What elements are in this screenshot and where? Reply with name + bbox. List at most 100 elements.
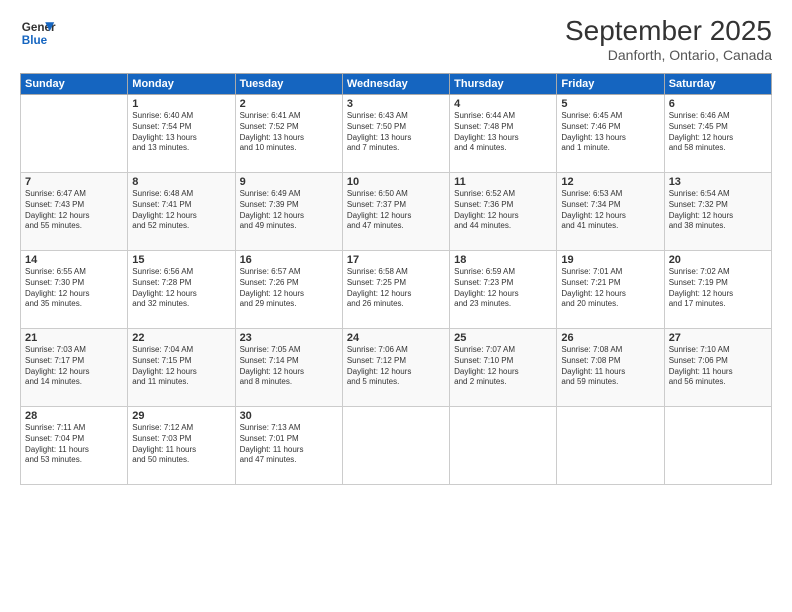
- day-info: Sunrise: 7:01 AM Sunset: 7:21 PM Dayligh…: [561, 267, 659, 310]
- day-number: 20: [669, 254, 767, 266]
- day-info: Sunrise: 7:11 AM Sunset: 7:04 PM Dayligh…: [25, 423, 123, 466]
- weekday-header-tuesday: Tuesday: [235, 74, 342, 95]
- logo: General Blue: [20, 15, 56, 51]
- day-info: Sunrise: 6:49 AM Sunset: 7:39 PM Dayligh…: [240, 189, 338, 232]
- svg-text:Blue: Blue: [22, 34, 48, 47]
- day-number: 7: [25, 176, 123, 188]
- day-number: 13: [669, 176, 767, 188]
- day-info: Sunrise: 6:57 AM Sunset: 7:26 PM Dayligh…: [240, 267, 338, 310]
- calendar-cell: 16Sunrise: 6:57 AM Sunset: 7:26 PM Dayli…: [235, 251, 342, 329]
- day-info: Sunrise: 6:58 AM Sunset: 7:25 PM Dayligh…: [347, 267, 445, 310]
- title-block: September 2025 Danforth, Ontario, Canada: [565, 15, 772, 63]
- month-title: September 2025: [565, 15, 772, 47]
- day-number: 30: [240, 410, 338, 422]
- day-info: Sunrise: 6:54 AM Sunset: 7:32 PM Dayligh…: [669, 189, 767, 232]
- calendar-cell: 19Sunrise: 7:01 AM Sunset: 7:21 PM Dayli…: [557, 251, 664, 329]
- calendar-cell: 15Sunrise: 6:56 AM Sunset: 7:28 PM Dayli…: [128, 251, 235, 329]
- day-number: 26: [561, 332, 659, 344]
- day-number: 21: [25, 332, 123, 344]
- calendar-page: General Blue September 2025 Danforth, On…: [0, 0, 792, 612]
- week-row-1: 7Sunrise: 6:47 AM Sunset: 7:43 PM Daylig…: [21, 173, 772, 251]
- day-number: 5: [561, 98, 659, 110]
- day-number: 10: [347, 176, 445, 188]
- calendar-cell: 22Sunrise: 7:04 AM Sunset: 7:15 PM Dayli…: [128, 329, 235, 407]
- day-info: Sunrise: 7:06 AM Sunset: 7:12 PM Dayligh…: [347, 345, 445, 388]
- calendar-cell: [342, 407, 449, 485]
- calendar-cell: 29Sunrise: 7:12 AM Sunset: 7:03 PM Dayli…: [128, 407, 235, 485]
- calendar-cell: [21, 95, 128, 173]
- day-number: 14: [25, 254, 123, 266]
- calendar-cell: 2Sunrise: 6:41 AM Sunset: 7:52 PM Daylig…: [235, 95, 342, 173]
- calendar-cell: 12Sunrise: 6:53 AM Sunset: 7:34 PM Dayli…: [557, 173, 664, 251]
- calendar-cell: [557, 407, 664, 485]
- day-info: Sunrise: 6:43 AM Sunset: 7:50 PM Dayligh…: [347, 111, 445, 154]
- day-number: 19: [561, 254, 659, 266]
- day-number: 17: [347, 254, 445, 266]
- day-number: 16: [240, 254, 338, 266]
- calendar-cell: 21Sunrise: 7:03 AM Sunset: 7:17 PM Dayli…: [21, 329, 128, 407]
- location: Danforth, Ontario, Canada: [565, 47, 772, 63]
- day-number: 11: [454, 176, 552, 188]
- calendar-cell: 9Sunrise: 6:49 AM Sunset: 7:39 PM Daylig…: [235, 173, 342, 251]
- day-number: 2: [240, 98, 338, 110]
- day-number: 25: [454, 332, 552, 344]
- day-info: Sunrise: 6:47 AM Sunset: 7:43 PM Dayligh…: [25, 189, 123, 232]
- day-number: 6: [669, 98, 767, 110]
- week-row-4: 28Sunrise: 7:11 AM Sunset: 7:04 PM Dayli…: [21, 407, 772, 485]
- calendar-cell: [450, 407, 557, 485]
- day-info: Sunrise: 7:04 AM Sunset: 7:15 PM Dayligh…: [132, 345, 230, 388]
- calendar-cell: 8Sunrise: 6:48 AM Sunset: 7:41 PM Daylig…: [128, 173, 235, 251]
- calendar-cell: 3Sunrise: 6:43 AM Sunset: 7:50 PM Daylig…: [342, 95, 449, 173]
- day-info: Sunrise: 7:13 AM Sunset: 7:01 PM Dayligh…: [240, 423, 338, 466]
- day-number: 4: [454, 98, 552, 110]
- day-info: Sunrise: 6:40 AM Sunset: 7:54 PM Dayligh…: [132, 111, 230, 154]
- day-number: 15: [132, 254, 230, 266]
- day-number: 8: [132, 176, 230, 188]
- day-info: Sunrise: 6:53 AM Sunset: 7:34 PM Dayligh…: [561, 189, 659, 232]
- day-info: Sunrise: 7:02 AM Sunset: 7:19 PM Dayligh…: [669, 267, 767, 310]
- day-info: Sunrise: 6:45 AM Sunset: 7:46 PM Dayligh…: [561, 111, 659, 154]
- day-number: 28: [25, 410, 123, 422]
- calendar-cell: 25Sunrise: 7:07 AM Sunset: 7:10 PM Dayli…: [450, 329, 557, 407]
- calendar-cell: 13Sunrise: 6:54 AM Sunset: 7:32 PM Dayli…: [664, 173, 771, 251]
- calendar-cell: 1Sunrise: 6:40 AM Sunset: 7:54 PM Daylig…: [128, 95, 235, 173]
- calendar-cell: 7Sunrise: 6:47 AM Sunset: 7:43 PM Daylig…: [21, 173, 128, 251]
- weekday-header-monday: Monday: [128, 74, 235, 95]
- day-info: Sunrise: 7:12 AM Sunset: 7:03 PM Dayligh…: [132, 423, 230, 466]
- day-number: 23: [240, 332, 338, 344]
- day-info: Sunrise: 6:48 AM Sunset: 7:41 PM Dayligh…: [132, 189, 230, 232]
- weekday-header-thursday: Thursday: [450, 74, 557, 95]
- day-info: Sunrise: 7:07 AM Sunset: 7:10 PM Dayligh…: [454, 345, 552, 388]
- calendar-cell: 20Sunrise: 7:02 AM Sunset: 7:19 PM Dayli…: [664, 251, 771, 329]
- day-info: Sunrise: 6:41 AM Sunset: 7:52 PM Dayligh…: [240, 111, 338, 154]
- header: General Blue September 2025 Danforth, On…: [20, 15, 772, 63]
- calendar-cell: 4Sunrise: 6:44 AM Sunset: 7:48 PM Daylig…: [450, 95, 557, 173]
- day-number: 24: [347, 332, 445, 344]
- calendar-table: SundayMondayTuesdayWednesdayThursdayFrid…: [20, 73, 772, 485]
- day-number: 18: [454, 254, 552, 266]
- day-number: 1: [132, 98, 230, 110]
- calendar-cell: [664, 407, 771, 485]
- calendar-cell: 28Sunrise: 7:11 AM Sunset: 7:04 PM Dayli…: [21, 407, 128, 485]
- weekday-header-sunday: Sunday: [21, 74, 128, 95]
- day-number: 3: [347, 98, 445, 110]
- day-info: Sunrise: 6:50 AM Sunset: 7:37 PM Dayligh…: [347, 189, 445, 232]
- day-info: Sunrise: 6:59 AM Sunset: 7:23 PM Dayligh…: [454, 267, 552, 310]
- weekday-header-saturday: Saturday: [664, 74, 771, 95]
- day-info: Sunrise: 7:03 AM Sunset: 7:17 PM Dayligh…: [25, 345, 123, 388]
- week-row-0: 1Sunrise: 6:40 AM Sunset: 7:54 PM Daylig…: [21, 95, 772, 173]
- calendar-cell: 17Sunrise: 6:58 AM Sunset: 7:25 PM Dayli…: [342, 251, 449, 329]
- week-row-2: 14Sunrise: 6:55 AM Sunset: 7:30 PM Dayli…: [21, 251, 772, 329]
- calendar-cell: 27Sunrise: 7:10 AM Sunset: 7:06 PM Dayli…: [664, 329, 771, 407]
- day-number: 27: [669, 332, 767, 344]
- calendar-cell: 24Sunrise: 7:06 AM Sunset: 7:12 PM Dayli…: [342, 329, 449, 407]
- calendar-cell: 6Sunrise: 6:46 AM Sunset: 7:45 PM Daylig…: [664, 95, 771, 173]
- calendar-cell: 11Sunrise: 6:52 AM Sunset: 7:36 PM Dayli…: [450, 173, 557, 251]
- day-number: 9: [240, 176, 338, 188]
- weekday-header-friday: Friday: [557, 74, 664, 95]
- day-number: 29: [132, 410, 230, 422]
- weekday-header-wednesday: Wednesday: [342, 74, 449, 95]
- day-number: 22: [132, 332, 230, 344]
- day-info: Sunrise: 6:56 AM Sunset: 7:28 PM Dayligh…: [132, 267, 230, 310]
- day-info: Sunrise: 7:10 AM Sunset: 7:06 PM Dayligh…: [669, 345, 767, 388]
